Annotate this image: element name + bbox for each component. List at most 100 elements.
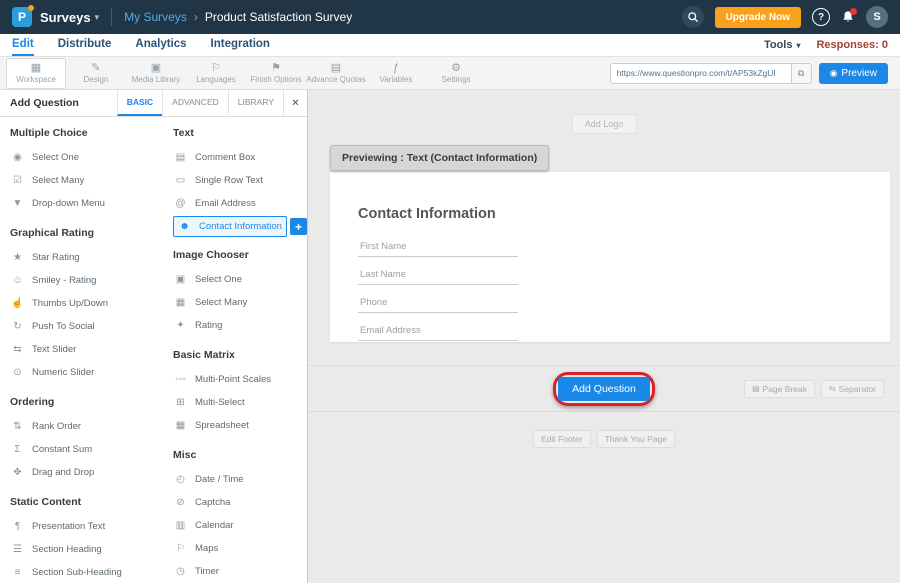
section-heading-icon: ☰ <box>10 544 25 555</box>
toolbar-item-settings[interactable]: ⚙Settings <box>426 58 486 89</box>
question-type-drop-down-menu[interactable]: ▼Drop-down Menu <box>10 192 173 215</box>
toolbar-item-label: Design <box>84 75 109 84</box>
group-title-text: Text <box>173 127 307 139</box>
question-type-select-one[interactable]: ▣ Select One <box>173 268 307 291</box>
question-type-maps[interactable]: ⚐Maps <box>173 537 307 560</box>
notifications-button[interactable] <box>841 10 855 24</box>
user-avatar[interactable]: S <box>866 6 888 28</box>
question-type-thumbs-up-down[interactable]: ☝Thumbs Up/Down <box>10 292 173 315</box>
product-switcher[interactable]: Surveys ▾ <box>40 10 99 25</box>
nav-tabs: Edit Distribute Analytics Integration <box>12 34 270 56</box>
top-header: P Surveys ▾ My Surveys › Product Satisfa… <box>0 0 900 34</box>
question-type-multi-select[interactable]: ⊞Multi-Select <box>173 391 307 414</box>
panel-tab-library[interactable]: LIBRARY <box>228 90 283 116</box>
preview-button[interactable]: ◉ Preview <box>819 63 888 84</box>
panel-column: Text ▤Comment Box▭Single Row Text@Email A… <box>173 121 307 583</box>
previewing-tooltip: Previewing : Text (Contact Information) <box>330 145 549 171</box>
question-type-multi-point-scales[interactable]: ◦◦◦Multi-Point Scales <box>173 368 307 391</box>
question-type-text-slider[interactable]: ⇆Text Slider <box>10 338 173 361</box>
toolbar-item-label: Languages <box>196 75 236 84</box>
group-title-image-chooser: Image Chooser <box>173 249 307 261</box>
field-first-name[interactable]: First Name <box>358 238 518 257</box>
question-type-rating[interactable]: ✦Rating <box>173 314 307 337</box>
question-type-star-rating[interactable]: ★Star Rating <box>10 246 173 269</box>
responses-count[interactable]: Responses: 0 <box>816 39 888 51</box>
add-logo-button[interactable]: Add Logo <box>572 114 637 134</box>
panel-tab-basic[interactable]: BASIC <box>117 90 162 116</box>
field-last-name[interactable]: Last Name <box>358 266 518 285</box>
question-type-push-to-social[interactable]: ↻Push To Social <box>10 315 173 338</box>
media-library-icon: ▣ <box>151 63 161 74</box>
tab-edit[interactable]: Edit <box>12 34 34 56</box>
eye-icon: ◉ <box>830 68 838 79</box>
question-type-calendar[interactable]: ▥Calendar <box>173 514 307 537</box>
tab-integration[interactable]: Integration <box>211 34 270 56</box>
toolbar-item-media-library[interactable]: ▣Media Library <box>126 58 186 89</box>
edit-footer-button[interactable]: Edit Footer <box>533 430 591 448</box>
breadcrumb-separator: › <box>194 10 198 24</box>
questionpro-logo[interactable]: P <box>12 7 32 27</box>
survey-canvas: Add Logo Previewing : Text (Contact Info… <box>308 90 900 583</box>
search-button[interactable] <box>682 6 704 28</box>
toolbar-item-variables[interactable]: ƒVariables <box>366 58 426 89</box>
question-type-section-sub-heading[interactable]: ≡Section Sub-Heading <box>10 561 173 583</box>
question-type-email-address[interactable]: @Email Address <box>173 192 307 215</box>
page-break-icon: ▤ <box>752 384 760 393</box>
toolbar-items: ▦Workspace✎Design▣Media Library⚐Language… <box>6 57 486 89</box>
panel-tab-advanced[interactable]: ADVANCED <box>162 90 228 116</box>
question-type-label: Star Rating <box>32 252 80 263</box>
question-type-single-row-text[interactable]: ▭Single Row Text <box>173 169 307 192</box>
field-phone[interactable]: Phone <box>358 294 518 313</box>
add-question-button[interactable]: Add Question <box>558 377 650 401</box>
survey-url[interactable]: https://www.questionpro.com/t/AP53kZgUI <box>611 68 791 78</box>
question-type-section-heading[interactable]: ☰ Section Heading <box>10 538 173 561</box>
question-type-label: Comment Box <box>195 152 255 163</box>
toolbar-item-workspace[interactable]: ▦Workspace <box>6 58 66 89</box>
add-contact-information-button[interactable]: + <box>290 218 307 235</box>
close-panel-button[interactable]: ✕ <box>283 90 307 116</box>
question-type-label: Rank Order <box>32 421 81 432</box>
question-type-select-many[interactable]: ☑Select Many <box>10 169 173 192</box>
separator-button[interactable]: ⇆ Separator <box>821 380 884 398</box>
field-email-address[interactable]: Email Address <box>358 322 518 341</box>
question-type-label: Select One <box>195 274 242 285</box>
question-type-date-time[interactable]: ◴Date / Time <box>173 468 307 491</box>
question-type-smiley-rating[interactable]: ☺Smiley - Rating <box>10 269 173 292</box>
question-type-contact-information[interactable]: ☻Contact Information <box>173 216 287 237</box>
drop-down-menu-icon: ▼ <box>10 198 25 209</box>
select-many-icon: ☑ <box>10 175 25 186</box>
numeric-slider-icon: ⊙ <box>10 367 25 378</box>
tools-menu-button[interactable]: Tools ▾ <box>764 39 801 51</box>
question-type-comment-box[interactable]: ▤Comment Box <box>173 146 307 169</box>
question-type-select-one[interactable]: ◉Select One <box>10 146 173 169</box>
panel-header: Add Question BASICADVANCEDLIBRARY ✕ <box>0 90 307 117</box>
tab-analytics[interactable]: Analytics <box>135 34 186 56</box>
product-name: Surveys <box>40 10 91 25</box>
breadcrumb-current-title: Product Satisfaction Survey <box>205 10 352 24</box>
thank-you-page-button[interactable]: Thank You Page <box>597 430 675 448</box>
toolbar-item-languages[interactable]: ⚐Languages <box>186 58 246 89</box>
breadcrumb-my-surveys[interactable]: My Surveys <box>124 10 187 24</box>
toolbar-item-advance-quotas[interactable]: ▤Advance Quotas <box>306 58 366 89</box>
upgrade-now-button[interactable]: Upgrade Now <box>715 7 801 28</box>
copy-url-button[interactable]: ⧉ <box>791 64 811 83</box>
toolbar-item-design[interactable]: ✎Design <box>66 58 126 89</box>
question-type-label: Section Heading <box>32 544 102 555</box>
toolbar-item-label: Media Library <box>132 75 180 84</box>
question-type-numeric-slider[interactable]: ⊙Numeric Slider <box>10 361 173 384</box>
question-type-presentation-text[interactable]: ¶Presentation Text <box>10 515 173 538</box>
question-type-rank-order[interactable]: ⇅Rank Order <box>10 415 173 438</box>
question-type-constant-sum[interactable]: ΣConstant Sum <box>10 438 173 461</box>
tab-distribute[interactable]: Distribute <box>58 34 112 56</box>
page-break-button[interactable]: ▤ Page Break <box>744 380 815 398</box>
question-type-drag-and-drop[interactable]: ✥Drag and Drop <box>10 461 173 484</box>
select-one-icon: ▣ <box>173 274 188 285</box>
question-type-timer[interactable]: ◷Timer <box>173 560 307 583</box>
bar-right-actions: ▤ Page Break ⇆ Separator <box>744 380 884 398</box>
toolbar-item-finish-options[interactable]: ⚑Finish Options <box>246 58 306 89</box>
question-type-spreadsheet[interactable]: ▦Spreadsheet <box>173 414 307 437</box>
help-button[interactable]: ? <box>812 8 830 26</box>
toolbar-item-label: Variables <box>380 75 413 84</box>
question-type-captcha[interactable]: ⊘Captcha <box>173 491 307 514</box>
question-type-select-many[interactable]: ▦Select Many <box>173 291 307 314</box>
